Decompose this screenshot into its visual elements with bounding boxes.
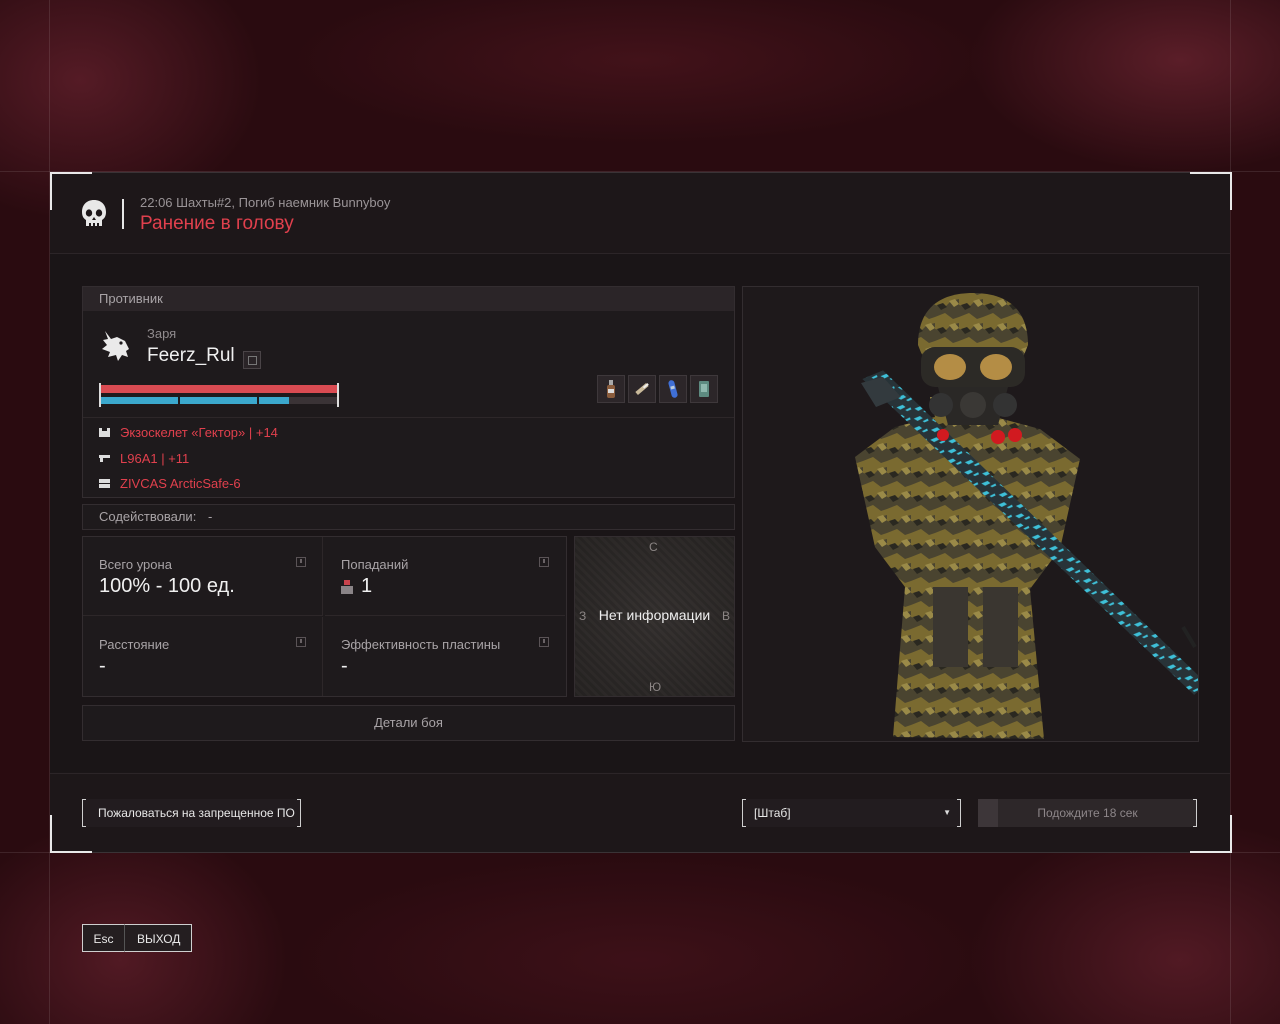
dialog-footer: Пожаловаться на запрещенное ПО [Штаб] ▼ … (50, 773, 1230, 852)
respawn-wait-button[interactable]: Подождите 18 сек (978, 799, 1197, 827)
info-icon[interactable] (539, 557, 549, 567)
report-cheater-label: Пожаловаться на запрещенное ПО (98, 806, 295, 820)
assists-value: - (207, 509, 213, 524)
damage-stats-panel: Всего урона 100% - 100 ед. Попаданий 1 Р… (82, 536, 567, 697)
stat-plate-efficiency-label: Эффективность пластины (341, 637, 501, 652)
frame-corner-bottom-right (1190, 815, 1232, 853)
frame-corner-top-left (50, 172, 92, 210)
stat-distance-label: Расстояние (99, 637, 170, 652)
stat-hits: Попаданий 1 (325, 537, 565, 616)
stat-hits-label: Попаданий (341, 557, 409, 572)
compass-south: Ю (649, 680, 662, 694)
assists-row: Содействовали: - (82, 504, 735, 530)
stat-hits-value-row: 1 (341, 575, 372, 598)
soldier-portrait (855, 293, 1198, 739)
report-cheater-button[interactable]: Пожаловаться на запрещенное ПО (82, 799, 301, 827)
consumables-row (597, 375, 718, 403)
respawn-point-value: [Штаб] (754, 806, 791, 820)
enemy-faction: Заря (147, 326, 177, 341)
bar-tick-left (99, 383, 101, 407)
enemy-panel: Противник Заря Feerz_Rul Экзоскелет «Гек… (82, 286, 735, 498)
syringe-icon[interactable] (628, 375, 656, 403)
compass-north: С (649, 540, 658, 554)
bar-tick-right (337, 383, 339, 407)
info-icon[interactable] (296, 557, 306, 567)
rifle-icon (99, 455, 110, 462)
death-report-dialog: 22:06 Шахты#2, Погиб наемник Bunnyboy Ра… (50, 172, 1230, 853)
equipment-armor: Экзоскелет «Гектор» | +14 (99, 425, 278, 440)
stat-distance-value: - (99, 655, 106, 677)
direction-minimap: С Ю З В Нет информации (574, 536, 735, 697)
assists-label: Содействовали: (99, 509, 197, 524)
armor-bar-fill (99, 397, 289, 404)
respawn-point-select[interactable]: [Штаб] ▼ (742, 799, 961, 827)
stat-hits-value: 1 (361, 575, 373, 597)
canister-icon[interactable] (659, 375, 687, 403)
body-hit-icon (341, 579, 353, 594)
minimap-no-info: Нет информации (598, 607, 711, 623)
exit-hotkey: Esc (82, 924, 124, 952)
equipment-separator (83, 417, 734, 418)
copy-nickname-button[interactable] (243, 351, 261, 369)
container-icon (99, 479, 110, 488)
armor-segment-divider (178, 397, 180, 404)
dialog-body: Противник Заря Feerz_Rul Экзоскелет «Гек… (50, 254, 1230, 772)
respawn-wait-label: Подождите 18 сек (1037, 806, 1138, 820)
event-description: 22:06 Шахты#2, Погиб наемник Bunnyboy (140, 195, 391, 210)
battery-icon[interactable] (690, 375, 718, 403)
stat-total-damage: Всего урона 100% - 100 ед. (83, 537, 323, 616)
stat-distance: Расстояние - (83, 617, 323, 696)
stat-total-damage-value: 100% - 100 ед. (99, 575, 235, 597)
battle-details-button[interactable]: Детали боя (82, 705, 735, 741)
exit-label: ВЫХОД (124, 924, 192, 952)
armor-bar (99, 397, 339, 404)
health-bar (99, 385, 339, 393)
equipment-container-label: ZIVCAS ArcticSafe-6 (120, 476, 241, 491)
wolf-faction-icon (102, 331, 129, 361)
dialog-header: 22:06 Шахты#2, Погиб наемник Bunnyboy Ра… (50, 173, 1230, 254)
info-icon[interactable] (296, 637, 306, 647)
enemy-section-label: Противник (83, 287, 734, 311)
frame-line-right (1230, 0, 1231, 1024)
stat-plate-efficiency: Эффективность пластины - (325, 617, 565, 696)
frame-corner-bottom-left (50, 815, 92, 853)
frame-corner-top-right (1190, 172, 1232, 210)
enemy-nickname: Feerz_Rul (147, 345, 235, 366)
stat-plate-efficiency-value: - (341, 655, 348, 677)
equipment-weapon: L96A1 | +11 (99, 451, 189, 466)
dropdown-arrow-icon: ▼ (943, 808, 951, 817)
death-cause-title: Ранение в голову (140, 213, 294, 234)
equipment-container: ZIVCAS ArcticSafe-6 (99, 476, 241, 491)
equipment-weapon-label: L96A1 | +11 (120, 451, 190, 466)
info-icon[interactable] (539, 637, 549, 647)
bottle-icon[interactable] (597, 375, 625, 403)
equipment-armor-label: Экзоскелет «Гектор» | +14 (120, 425, 278, 440)
enemy-character-model (742, 286, 1199, 742)
armor-segment-divider (257, 397, 259, 404)
armor-icon (99, 428, 110, 437)
header-separator (122, 199, 124, 229)
respawn-wait-progress (978, 799, 998, 827)
stat-total-damage-label: Всего урона (99, 557, 172, 572)
